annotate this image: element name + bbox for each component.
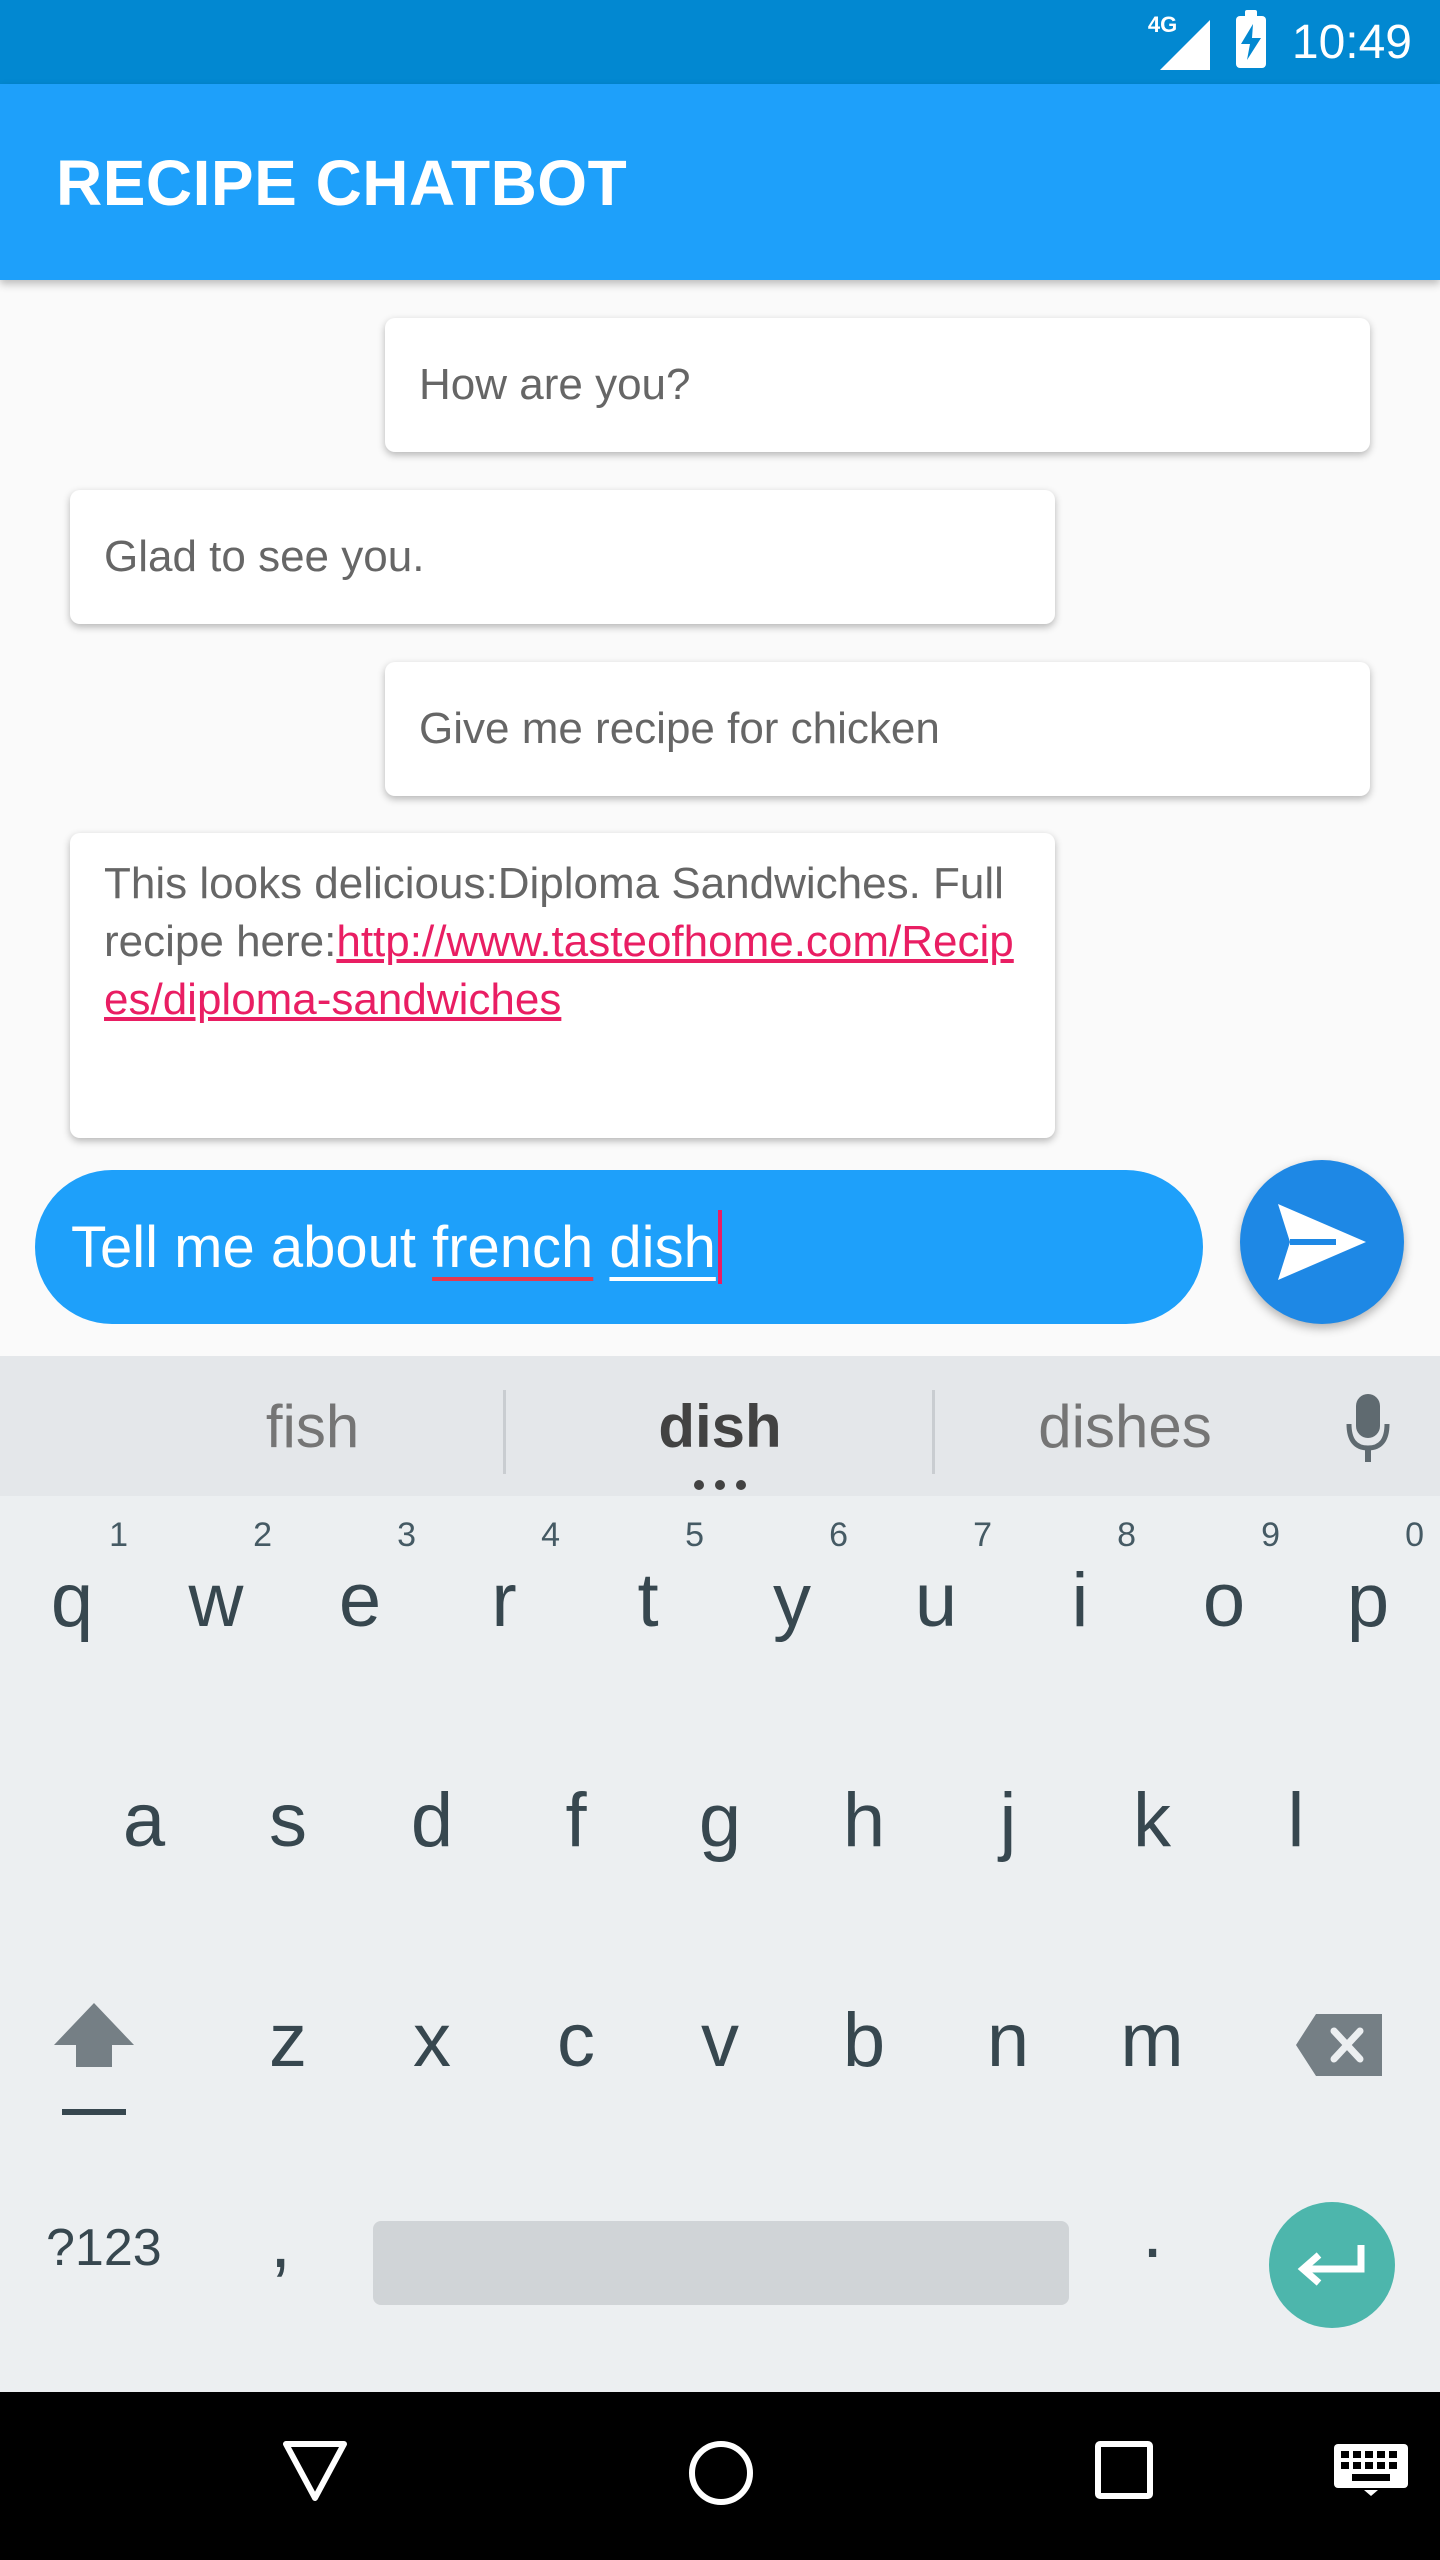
input-composing-word: dish xyxy=(609,1214,716,1280)
status-icons: 4G 10:49 xyxy=(1148,0,1412,84)
key-comma[interactable]: , xyxy=(270,2198,291,2285)
space-bar[interactable] xyxy=(373,2221,1069,2305)
more-suggestions-indicator xyxy=(694,1480,746,1490)
key-e[interactable]: e3 xyxy=(288,1500,432,1700)
key-s[interactable]: s xyxy=(216,1720,360,1920)
mic-icon[interactable] xyxy=(1346,1394,1390,1464)
input-text: Tell me about xyxy=(71,1214,433,1280)
send-button[interactable] xyxy=(1240,1160,1404,1324)
message-bubble-user: Give me recipe for chicken xyxy=(385,662,1370,796)
key-p[interactable]: p0 xyxy=(1296,1500,1440,1700)
soft-keyboard: fish dish dishes q1 w2 e3 r4 t5 y6 u7 i8… xyxy=(0,1356,1440,2392)
key-d[interactable]: d xyxy=(360,1720,504,1920)
key-y[interactable]: y6 xyxy=(720,1500,864,1700)
backspace-icon[interactable] xyxy=(1296,2014,1382,2076)
signal-4g-icon: 4G xyxy=(1148,14,1210,70)
key-g[interactable]: g xyxy=(648,1720,792,1920)
key-q[interactable]: q1 xyxy=(0,1500,144,1700)
key-period[interactable]: . xyxy=(1142,2188,1163,2275)
key-n[interactable]: n xyxy=(936,1940,1080,2140)
send-icon xyxy=(1278,1204,1366,1280)
key-m[interactable]: m xyxy=(1080,1940,1224,2140)
chat-list[interactable]: How are you? Glad to see you. Give me re… xyxy=(0,280,1440,1356)
keyboard-icon[interactable] xyxy=(1334,2444,1408,2496)
key-a[interactable]: a xyxy=(72,1720,216,1920)
status-bar: 4G 10:49 xyxy=(0,0,1440,84)
key-j[interactable]: j xyxy=(936,1720,1080,1920)
key-v[interactable]: v xyxy=(648,1940,792,2140)
text-caret xyxy=(717,1210,722,1284)
suggestion-strip: fish dish dishes xyxy=(0,1356,1440,1496)
message-bubble-bot: This looks delicious:Diploma Sandwiches.… xyxy=(70,833,1055,1138)
key-f[interactable]: f xyxy=(504,1720,648,1920)
status-time: 10:49 xyxy=(1291,15,1412,69)
input-misspelled-word: french xyxy=(432,1214,594,1280)
message-text: Give me recipe for chicken xyxy=(419,704,940,753)
key-h[interactable]: h xyxy=(792,1720,936,1920)
message-bubble-bot: Glad to see you. xyxy=(70,490,1055,624)
key-x[interactable]: x xyxy=(360,1940,504,2140)
symbols-key[interactable]: ?123 xyxy=(46,2218,162,2278)
message-input[interactable]: Tell me about french dish xyxy=(35,1170,1203,1324)
message-text: Glad to see you. xyxy=(104,532,425,581)
battery-charging-icon xyxy=(1235,10,1266,68)
message-bubble-user: How are you? xyxy=(385,318,1370,452)
key-w[interactable]: w2 xyxy=(144,1500,288,1700)
app-title: RECIPE CHATBOT xyxy=(56,147,628,219)
key-l[interactable]: l xyxy=(1224,1720,1368,1920)
key-r[interactable]: r4 xyxy=(432,1500,576,1700)
key-z[interactable]: z xyxy=(216,1940,360,2140)
key-c[interactable]: c xyxy=(504,1940,648,2140)
enter-key[interactable] xyxy=(1269,2202,1395,2328)
enter-icon xyxy=(1297,2245,1365,2286)
key-b[interactable]: b xyxy=(792,1940,936,2140)
suggestion-item[interactable]: dishes xyxy=(935,1356,1315,1496)
recents-icon[interactable] xyxy=(1094,2440,1154,2500)
app-bar: RECIPE CHATBOT xyxy=(0,84,1440,280)
back-icon[interactable] xyxy=(282,2440,348,2502)
home-icon[interactable] xyxy=(688,2440,754,2506)
key-u[interactable]: u7 xyxy=(864,1500,1008,1700)
key-t[interactable]: t5 xyxy=(576,1500,720,1700)
key-i[interactable]: i8 xyxy=(1008,1500,1152,1700)
suggestion-item-primary[interactable]: dish xyxy=(505,1356,935,1496)
shift-icon[interactable] xyxy=(52,2001,136,2117)
key-k[interactable]: k xyxy=(1080,1720,1224,1920)
message-text: How are you? xyxy=(419,360,691,409)
navigation-bar xyxy=(0,2392,1440,2560)
key-o[interactable]: o9 xyxy=(1152,1500,1296,1700)
